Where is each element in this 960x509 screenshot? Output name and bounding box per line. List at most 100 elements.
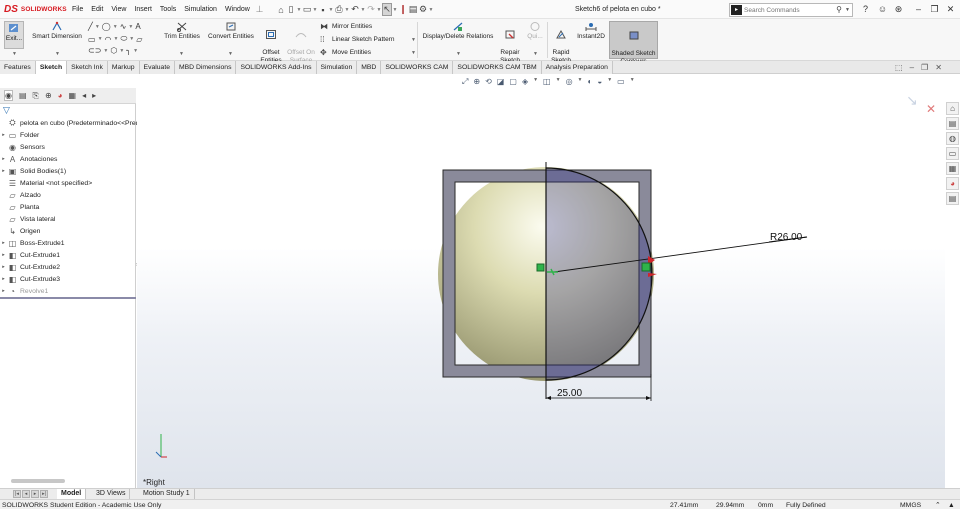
search-input[interactable] — [744, 5, 834, 15]
display-style-icon[interactable]: ◫ — [543, 77, 551, 87]
restore-icon[interactable]: ❐ — [929, 4, 940, 15]
traffic-light-icon[interactable]: ❙ — [398, 4, 408, 15]
search-icon[interactable]: ⚲ — [836, 5, 842, 14]
view-palette-icon[interactable]: ▭ — [946, 147, 959, 160]
options-gear-icon[interactable]: ⚙ — [418, 4, 428, 15]
feature-tree-item[interactable]: ◉ Sensors — [0, 141, 45, 153]
chevron-down-icon[interactable]: ▼ — [556, 77, 561, 87]
print-icon[interactable]: ⎙ — [334, 4, 344, 15]
first-tab-icon[interactable]: |◂ — [13, 490, 21, 498]
chevron-down-icon[interactable]: ▼ — [129, 36, 134, 42]
chevron-down-icon[interactable]: ▼ — [119, 48, 124, 54]
tab-solidworks-cam[interactable]: SOLIDWORKS CAM — [381, 61, 454, 74]
chevron-down-icon[interactable]: ▼ — [428, 7, 434, 13]
expand-arrow-icon[interactable]: ▸ — [0, 264, 7, 270]
restore-icon[interactable]: ❐ — [921, 63, 928, 72]
cancel-sketch-corner-icon[interactable]: ✕ — [926, 102, 936, 116]
user-icon[interactable]: ☺ — [877, 4, 888, 14]
chevron-down-icon[interactable]: ▼ — [411, 50, 416, 56]
chevron-down-icon[interactable]: ▼ — [411, 37, 416, 43]
previous-view-icon[interactable]: ⟲ — [485, 77, 492, 87]
feature-tree-item[interactable]: ▸ ◧ Cut-Extrude3 — [0, 273, 60, 285]
chevron-down-icon[interactable]: ▼ — [12, 51, 17, 57]
dynamic-annotation-icon[interactable]: ▢ — [509, 77, 517, 87]
offset-on-surface-button[interactable]: Offset On Surface — [286, 21, 316, 65]
home-icon[interactable]: ⌂ — [276, 5, 286, 15]
menu-edit[interactable]: Edit — [91, 6, 103, 13]
menu-file[interactable]: File — [72, 6, 83, 13]
shaded-sketch-contours-button[interactable]: Shaded Sketch Contours — [609, 21, 658, 65]
hide-show-items-icon[interactable]: ◎ — [566, 77, 573, 87]
chevron-right-icon[interactable]: ▸ — [92, 91, 96, 100]
chevron-down-icon[interactable]: ▼ — [607, 77, 612, 87]
feature-tree-item[interactable]: ▱ Alzado — [0, 189, 40, 201]
configuration-manager-tab-icon[interactable]: ⎘ — [33, 91, 39, 101]
expand-icon[interactable]: ⬚ — [895, 63, 903, 72]
trim-entities-button[interactable]: Trim Entities — [163, 21, 201, 41]
feature-tree-item[interactable]: ☰ Material <not specified> — [0, 177, 92, 189]
property-manager-tab-icon[interactable]: ▤ — [19, 91, 27, 100]
chevron-down-icon[interactable]: ▼ — [456, 51, 461, 57]
pin-icon[interactable]: ⊥ — [254, 4, 265, 15]
cam-tab-icon[interactable]: ▦ — [69, 91, 77, 100]
chevron-up-icon[interactable]: ⌃ — [935, 501, 941, 509]
chevron-down-icon[interactable]: ▼ — [55, 51, 60, 57]
zoom-to-fit-icon[interactable]: ⤢ — [462, 77, 468, 87]
tab-features[interactable]: Features — [0, 61, 36, 74]
spline-icon[interactable]: ∿ — [120, 22, 127, 31]
section-view-icon[interactable]: ◪ — [497, 77, 505, 87]
tab-simulation[interactable]: Simulation — [316, 61, 358, 74]
chevron-down-icon[interactable]: ▼ — [228, 51, 233, 57]
chevron-down-icon[interactable]: ▼ — [845, 7, 850, 13]
display-manager-tab-icon[interactable]: ◕ — [58, 91, 63, 100]
width-dimension-label[interactable]: 25.00 — [557, 388, 582, 399]
feature-tree-item[interactable]: ▸ ▭ Folder — [0, 129, 39, 141]
menu-simulation[interactable]: Simulation — [184, 6, 217, 13]
feature-tree-item[interactable]: ▸ ▣ Solid Bodies(1) — [0, 165, 66, 177]
edit-appearance-icon[interactable]: ◐ — [588, 77, 593, 87]
menu-view[interactable]: View — [111, 6, 126, 13]
feature-tree-item[interactable]: ▸ ◧ Cut-Extrude1 — [0, 249, 60, 261]
next-tab-icon[interactable]: ▸ — [31, 490, 39, 498]
tab-sketch-ink[interactable]: Sketch Ink — [67, 61, 108, 74]
solidworks-forum-icon[interactable]: ▤ — [946, 192, 959, 205]
exit-sketch-button[interactable]: Exit... — [4, 21, 24, 49]
close-icon[interactable]: ✕ — [935, 63, 942, 72]
menu-tools[interactable]: Tools — [160, 6, 176, 13]
feature-tree-tab-icon[interactable]: ◉ — [4, 90, 13, 101]
chevron-down-icon[interactable]: ▼ — [533, 77, 538, 87]
solidworks-resources-icon[interactable]: ⌂ — [946, 102, 959, 115]
chevron-down-icon[interactable]: ▼ — [95, 24, 100, 30]
feature-tree-item[interactable]: ⛭ pelota en cubo (Predeterminado<<Pred — [0, 117, 139, 129]
tab-sketch[interactable]: Sketch — [35, 61, 68, 74]
repair-sketch-button[interactable]: Repair Sketch — [498, 21, 522, 65]
menu-window[interactable]: Window — [225, 6, 250, 13]
filter-icon[interactable]: ▽ — [3, 105, 10, 116]
chevron-down-icon[interactable]: ▼ — [630, 77, 635, 87]
move-entities-button[interactable]: ✥ Move Entities — [320, 48, 371, 57]
close-icon[interactable]: ✕ — [945, 4, 956, 15]
rapid-sketch-button[interactable]: Rapid Sketch — [549, 21, 573, 65]
minimize-icon[interactable]: – — [910, 63, 914, 72]
smart-dimension-button[interactable]: Smart Dimension — [29, 21, 85, 41]
plane-icon[interactable]: ▱ — [136, 35, 142, 44]
chevron-down-icon[interactable]: ▼ — [113, 24, 118, 30]
feature-tree-item[interactable]: ▱ Vista lateral — [0, 213, 55, 225]
mirror-entities-button[interactable]: ⧓ Mirror Entities — [320, 22, 372, 31]
offset-entities-button[interactable]: Offset Entities — [258, 21, 284, 65]
tab-mbd[interactable]: MBD — [357, 61, 382, 74]
graphics-area[interactable]: R26.00 25.00 — [137, 74, 945, 488]
instant2d-button[interactable]: Instant2D — [575, 21, 607, 41]
chevron-down-icon[interactable]: ▼ — [98, 36, 103, 42]
chevron-down-icon[interactable]: ▼ — [103, 48, 108, 54]
tab-analysis-preparation[interactable]: Analysis Preparation — [541, 61, 613, 74]
display-delete-relations-button[interactable]: Display/Delete Relations — [420, 21, 496, 41]
zoom-area-icon[interactable]: ⊕ — [473, 77, 480, 87]
customize-status-icon[interactable]: ▲ — [948, 501, 955, 509]
radius-dimension-label[interactable]: R26.00 — [770, 232, 803, 243]
chevron-down-icon[interactable]: ▼ — [128, 24, 133, 30]
last-tab-icon[interactable]: ▸| — [40, 490, 48, 498]
coincident-relation-icon[interactable] — [536, 263, 545, 272]
sketch-half-circle[interactable] — [545, 167, 653, 381]
linear-sketch-pattern-button[interactable]: ⁞⁞ Linear Sketch Pattern — [320, 35, 395, 44]
